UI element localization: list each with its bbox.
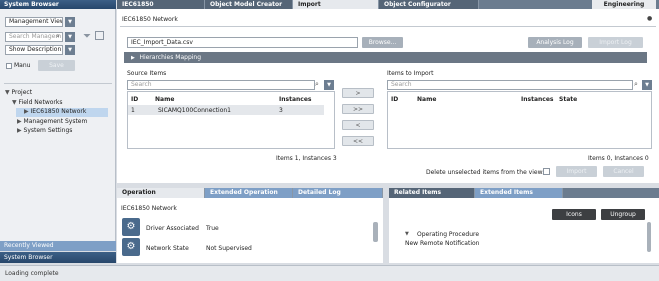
tree-item-project[interactable]: ▼ Project (5, 89, 32, 96)
view-select-dropdown[interactable]: ▼ (65, 17, 75, 27)
tree-item-system-settings[interactable]: ▶ System Settings (17, 127, 72, 134)
related-tab-bar: Related Items Extended Items (389, 188, 659, 198)
column-header[interactable]: ID (391, 96, 398, 103)
cell-id: 1 (131, 107, 135, 114)
engineering-mode-badge[interactable]: Engineering (592, 0, 656, 9)
tab-object-configurator[interactable]: Object Configurator (379, 0, 479, 9)
property-name: Network State (146, 245, 189, 252)
cancel-button[interactable]: Cancel (603, 166, 644, 177)
file-path-input[interactable]: IEC_Import_Data.csv (127, 37, 358, 48)
tree-item-field-networks[interactable]: ▼ Field Networks (12, 99, 62, 106)
property-value: Not Supervised (206, 245, 252, 252)
cell-instances: 3 (279, 107, 283, 114)
operating-procedure-title: Operating Procedure (417, 231, 480, 238)
target-search-dropdown[interactable]: ▼ (642, 80, 652, 90)
save-layout-icon[interactable] (95, 31, 104, 40)
cell-name: SICAMQ100Connection1 (158, 107, 231, 114)
header-divider (120, 26, 656, 27)
tab-detailed-log[interactable]: Detailed Log (293, 188, 383, 198)
tree-search-input[interactable]: Search Managem (5, 32, 63, 42)
tree-item-iec61850-network[interactable]: ▶ IEC61850 Network (16, 108, 108, 117)
operation-title: IEC61850 Network (121, 205, 177, 212)
tab-extended-operation[interactable]: Extended Operation (205, 188, 293, 198)
description-select[interactable]: Show Description (5, 45, 63, 55)
search-icon[interactable]: ⌕ (315, 80, 319, 89)
table-row[interactable]: 1 SICAMQ100Connection1 3 (128, 105, 324, 115)
search-options-dropdown[interactable]: ▼ (65, 32, 75, 42)
pin-icon[interactable]: ● (647, 15, 652, 22)
column-header[interactable]: Name (155, 96, 174, 103)
related-items-scrollbar[interactable] (647, 222, 651, 252)
move-right-button[interactable]: > (342, 88, 374, 98)
target-search-input[interactable]: Search (387, 80, 633, 90)
system-browser-footer[interactable]: System Browser (0, 252, 116, 263)
import-log-button[interactable]: Import Log (588, 37, 643, 48)
tab-import[interactable]: Import (293, 0, 379, 9)
gear-icon: ⚙ (122, 238, 140, 256)
source-items-count: Items 1, Instances 3 (276, 155, 337, 162)
column-header[interactable]: Instances (521, 96, 553, 103)
items-to-import-table: ID Name Instances State (387, 91, 652, 149)
divider (4, 83, 112, 84)
expanded-icon[interactable]: ▼ (405, 231, 409, 237)
operation-scrollbar[interactable] (373, 222, 378, 242)
source-items-table: ID Name Instances 1 SICAMQ100Connection1… (127, 91, 335, 149)
property-value: True (206, 225, 219, 232)
view-select[interactable]: Management View (5, 17, 63, 27)
search-icon[interactable]: ⌕ (634, 80, 638, 89)
move-all-left-button[interactable]: << (342, 136, 374, 146)
property-row[interactable]: ⚙ Driver Associated True (122, 218, 372, 237)
target-items-count: Items 0, Instances 0 (588, 155, 649, 162)
system-browser-header: System Browser (0, 0, 116, 9)
tab-operation[interactable]: Operation (117, 188, 205, 198)
column-header[interactable]: Name (417, 96, 436, 103)
tab-related-items[interactable]: Related Items (389, 188, 475, 198)
manual-checkbox[interactable] (6, 63, 12, 69)
property-name: Driver Associated (146, 225, 199, 232)
analysis-log-button[interactable]: Analysis Log (528, 37, 582, 48)
column-header[interactable]: Instances (279, 96, 311, 103)
delete-unselected-label: Delete unselected items from the views: (426, 169, 548, 176)
gear-icon: ⚙ (122, 218, 140, 236)
column-header[interactable]: State (559, 96, 577, 103)
top-tab-bar: IEC61850 Object Model Creator Import Obj… (117, 0, 659, 9)
tab-iec61850[interactable]: IEC61850 (117, 0, 205, 9)
property-row[interactable]: ⚙ Network State Not Supervised (122, 238, 372, 257)
ungroup-button[interactable]: Ungroup (601, 209, 645, 220)
delete-unselected-checkbox[interactable] (543, 168, 550, 175)
related-item[interactable]: New Remote Notification (405, 240, 479, 247)
recently-viewed-header[interactable]: Recently Viewed (0, 241, 116, 251)
network-header: IEC61850 Network (122, 16, 178, 23)
source-search-input[interactable]: Search (127, 80, 315, 90)
manual-label: Manu (14, 62, 31, 69)
tab-extended-items[interactable]: Extended Items (475, 188, 563, 198)
source-items-title: Source Items (127, 70, 167, 77)
move-left-button[interactable]: < (342, 120, 374, 130)
expand-arrow-icon: ▶ (131, 55, 137, 61)
tab-object-model-creator[interactable]: Object Model Creator (205, 0, 293, 9)
import-button[interactable]: Import (556, 166, 597, 177)
icons-button[interactable]: Icons (552, 209, 596, 220)
tree-item-management-system[interactable]: ▶ Management System (17, 118, 87, 125)
system-browser-panel (0, 9, 116, 241)
status-bar: Loading complete (0, 265, 659, 281)
column-header[interactable]: ID (131, 96, 138, 103)
move-all-right-button[interactable]: >> (342, 104, 374, 114)
browse-button[interactable]: Browse... (362, 37, 403, 48)
description-select-dropdown[interactable]: ▼ (65, 45, 75, 55)
filter-icon[interactable]: ⏷ (83, 31, 91, 42)
items-to-import-title: Items to Import (387, 70, 434, 77)
search-icon[interactable]: ⌕ (56, 32, 60, 41)
hierarchies-mapping-bar[interactable]: ▶ Hierarchies Mapping (124, 52, 647, 63)
source-search-dropdown[interactable]: ▼ (324, 80, 334, 90)
save-button[interactable]: Save (38, 60, 75, 71)
operation-tab-bar: Operation Extended Operation Detailed Lo… (117, 188, 383, 198)
